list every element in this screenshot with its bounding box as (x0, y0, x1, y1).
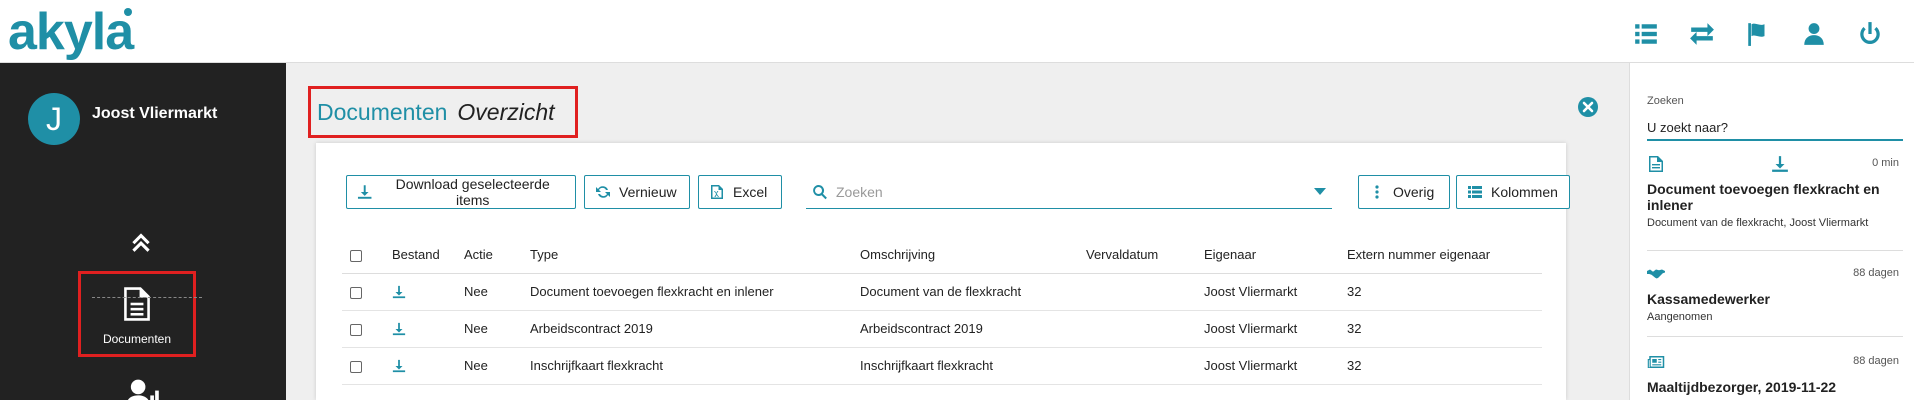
cell-eigenaar: Joost Vliermarkt (1204, 310, 1347, 348)
documents-card: Download geselecteerde items Vernieuw Ex… (316, 143, 1570, 400)
cell-vervaldatum (1086, 347, 1204, 385)
power-icon[interactable] (1842, 16, 1898, 52)
overig-button[interactable]: Overig (1358, 175, 1450, 209)
right-search-label: Zoeken (1647, 95, 1684, 107)
column-header[interactable]: Extern nummer eigenaar (1347, 237, 1542, 274)
feed-title: Maaltijdbezorger, 2019-11-22 (1647, 379, 1837, 395)
document-icon (1649, 156, 1663, 172)
excel-file-icon (711, 185, 723, 199)
close-icon[interactable] (1577, 96, 1599, 118)
feed-time: 0 min (1872, 157, 1899, 169)
excel-button[interactable]: Excel (698, 175, 782, 209)
more-vertical-icon (1375, 185, 1379, 199)
newspaper-icon (1647, 356, 1665, 368)
user-settings-icon[interactable] (126, 378, 159, 400)
kolommen-label: Kolommen (1491, 184, 1558, 200)
feed-subtitle: Document van de flexkracht, Joost Vlierm… (1647, 217, 1869, 229)
cell-vervaldatum (1086, 310, 1204, 348)
refresh-label: Vernieuw (619, 184, 677, 200)
download-selected-button[interactable]: Download geselecteerde items (346, 175, 576, 209)
cell-vervaldatum (1086, 273, 1204, 311)
top-icon-bar (1618, 16, 1898, 52)
column-header[interactable]: Eigenaar (1204, 237, 1347, 274)
feed-time: 88 dagen (1853, 355, 1899, 367)
search-field[interactable] (806, 175, 1332, 209)
column-header[interactable]: Vervaldatum (1086, 237, 1204, 274)
cell-actie: Nee (464, 347, 530, 385)
feed-item[interactable]: 88 dagen Kassamedewerker Aangenomen (1647, 263, 1903, 337)
cell-type: Document toevoegen flexkracht en inlener (530, 273, 860, 311)
cell-actie: Nee (464, 310, 530, 348)
documents-table: Bestand Actie Type Omschrijving Vervalda… (342, 237, 1542, 385)
table-header-row: Bestand Actie Type Omschrijving Vervalda… (342, 237, 1542, 274)
sidebar-item-label: Documenten (102, 332, 172, 346)
page-title-sub: Overzicht (457, 98, 555, 125)
refresh-icon (596, 186, 610, 198)
column-header[interactable]: Type (530, 237, 860, 274)
sidebar-item-documenten[interactable]: Documenten (78, 271, 196, 357)
cell-extern: 32 (1347, 310, 1542, 348)
cell-extern: 32 (1347, 273, 1542, 311)
search-input[interactable] (836, 183, 1314, 200)
feed-subtitle: Aangenomen (1647, 311, 1713, 323)
avatar[interactable]: J (28, 93, 80, 145)
logo-dot (124, 8, 132, 16)
list-icon[interactable] (1618, 16, 1674, 52)
cell-actie: Nee (464, 273, 530, 311)
cell-type: Inschrijfkaart flexkracht (530, 347, 860, 385)
document-icon (124, 287, 150, 321)
feed-title: Document toevoegen flexkracht en inlener (1647, 181, 1880, 213)
chevrons-up-icon[interactable] (128, 228, 154, 254)
cell-eigenaar: Joost Vliermarkt (1204, 347, 1347, 385)
row-checkbox[interactable] (350, 286, 362, 299)
page-title: Documenten Overzicht (308, 86, 578, 138)
excel-label: Excel (733, 184, 768, 200)
right-panel: Zoeken U zoekt naar? 0 min Document toev… (1629, 63, 1914, 400)
download-icon (1772, 156, 1788, 172)
download-icon[interactable] (392, 285, 406, 299)
download-icon (357, 185, 372, 199)
cell-omschrijving: Document van de flexkracht (860, 273, 1086, 311)
column-header[interactable]: Omschrijving (860, 237, 1086, 274)
column-header[interactable]: Bestand (392, 237, 464, 274)
chevron-down-icon[interactable] (1314, 188, 1326, 195)
download-selected-label: Download geselecteerde items (395, 176, 550, 208)
page-title-main: Documenten (317, 98, 448, 125)
download-icon[interactable] (392, 322, 406, 336)
cell-eigenaar: Joost Vliermarkt (1204, 273, 1347, 311)
feed-item[interactable]: 88 dagen Maaltijdbezorger, 2019-11-22 (1647, 351, 1903, 400)
feed-time: 88 dagen (1853, 267, 1899, 279)
handshake-icon (1647, 269, 1665, 279)
row-checkbox[interactable] (350, 360, 362, 373)
search-icon (813, 184, 827, 199)
cell-extern: 32 (1347, 347, 1542, 385)
download-icon[interactable] (392, 359, 406, 373)
overig-label: Overig (1393, 184, 1435, 200)
select-all-checkbox[interactable] (350, 249, 362, 262)
flag-icon[interactable] (1730, 16, 1786, 52)
feed-title: Kassamedewerker (1647, 291, 1770, 307)
columns-list-icon (1468, 186, 1482, 198)
logo[interactable]: akyla (8, 4, 134, 60)
right-search-input[interactable]: U zoekt naar? (1647, 115, 1903, 141)
kolommen-button[interactable]: Kolommen (1456, 175, 1570, 209)
user-name: Joost Vliermarkt (92, 105, 218, 122)
table-row[interactable]: Nee Document toevoegen flexkracht en inl… (342, 273, 1542, 311)
cell-type: Arbeidscontract 2019 (530, 310, 860, 348)
feed-item[interactable]: 0 min Document toevoegen flexkracht en i… (1647, 153, 1903, 251)
top-bar: akyla (0, 0, 1914, 63)
cell-omschrijving: Arbeidscontract 2019 (860, 310, 1086, 348)
cell-omschrijving: Inschrijfkaart flexkracht (860, 347, 1086, 385)
table-row[interactable]: Nee Arbeidscontract 2019 Arbeidscontract… (342, 310, 1542, 348)
user-icon[interactable] (1786, 16, 1842, 52)
exchange-icon[interactable] (1674, 16, 1730, 52)
refresh-button[interactable]: Vernieuw (584, 175, 690, 209)
nav-divider (92, 297, 202, 298)
column-header[interactable]: Actie (464, 237, 530, 274)
left-sidebar: J Joost Vliermarkt Documenten (0, 63, 286, 400)
table-row[interactable]: Nee Inschrijfkaart flexkracht Inschrijfk… (342, 347, 1542, 385)
row-checkbox[interactable] (350, 323, 362, 336)
